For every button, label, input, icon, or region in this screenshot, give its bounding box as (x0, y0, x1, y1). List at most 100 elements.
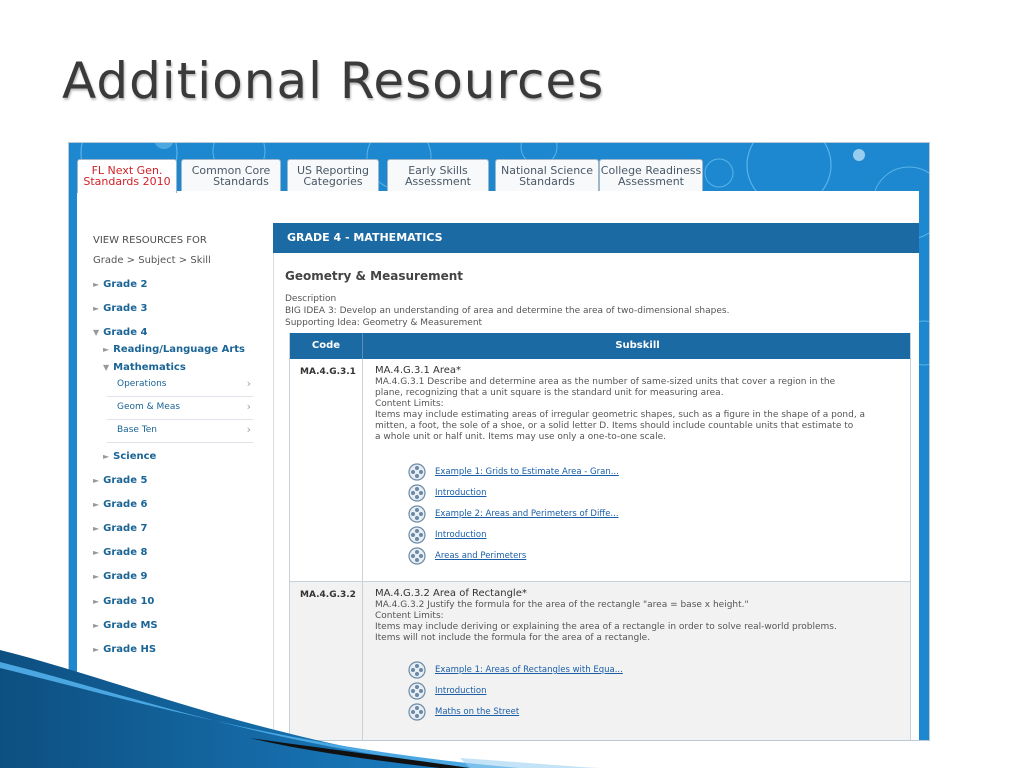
film-reel-icon (408, 547, 426, 565)
sidebar-item-grade-10[interactable]: ► Grade 10 (93, 596, 154, 607)
tab-college-readiness[interactable]: College Readiness Assessment (599, 159, 703, 191)
sidebar-item-mathematics[interactable]: ▼ Mathematics (103, 362, 186, 373)
sidebar-item-label: Grade 8 (103, 547, 148, 558)
sidebar-skill-base-ten[interactable]: Base Ten › (107, 421, 253, 443)
slide-title: Additional Resources (62, 52, 605, 110)
sidebar-item-grade-9[interactable]: ► Grade 9 (93, 571, 147, 582)
sidebar-item-label: Grade 7 (103, 523, 148, 534)
tab-national-science[interactable]: National Science Standards (495, 159, 599, 191)
subskill-title: MA.4.G.3.2 Area of Rectangle* (375, 588, 527, 599)
section-title: Geometry & Measurement (285, 269, 464, 283)
sidebar-breadcrumb: Grade > Subject > Skill (93, 255, 211, 266)
tab-label-line2: Standards (519, 175, 575, 188)
sidebar-item-label: Grade 4 (103, 327, 148, 338)
sidebar-item-grade-7[interactable]: ► Grade 7 (93, 523, 147, 534)
triangle-right-icon: ► (93, 597, 100, 606)
tab-us-reporting[interactable]: US Reporting Categories (287, 159, 379, 191)
sidebar-item-label: Grade 3 (103, 303, 148, 314)
subskill-text-line: mitten, a foot, the sole of a shoe, or a… (375, 421, 854, 431)
row-body: MA.4.G.3.2 Area of Rectangle* MA.4.G.3.2… (375, 588, 900, 644)
tab-label-line2: Assessment (405, 175, 471, 188)
sidebar-item-grade-6[interactable]: ► Grade 6 (93, 499, 147, 510)
resource-link-label: Example 2: Areas and Perimeters of Diffe… (435, 509, 619, 519)
description-block: Description BIG IDEA 3: Develop an under… (285, 293, 905, 329)
resource-link-label: Example 1: Grids to Estimate Area - Gran… (435, 467, 619, 477)
sidebar-item-label: Mathematics (113, 362, 186, 373)
skill-label: Operations (117, 379, 167, 389)
sidebar-item-label: Grade 6 (103, 499, 148, 510)
tab-label-line2: Categories (303, 175, 363, 188)
subskill-text-line: Items may include deriving or explaining… (375, 622, 837, 632)
resource-link[interactable]: Example 1: Grids to Estimate Area - Gran… (408, 463, 808, 481)
sidebar-item-label: Grade 10 (103, 596, 155, 607)
sidebar-item-science[interactable]: ► Science (103, 451, 156, 462)
sidebar-item-label: Grade 5 (103, 475, 148, 486)
film-reel-icon (408, 463, 426, 481)
triangle-right-icon: ► (103, 345, 110, 354)
tab-label-line2: Standards (213, 175, 269, 188)
chevron-right-icon: › (246, 400, 251, 413)
subskill-text-line: MA.4.G.3.2 Justify the formula for the a… (375, 600, 749, 610)
sidebar-item-grade-2[interactable]: ► Grade 2 (93, 279, 147, 290)
grade-subject-header: GRADE 4 - MATHEMATICS (273, 223, 919, 253)
triangle-right-icon: ► (93, 280, 100, 289)
chevron-right-icon: › (246, 423, 251, 436)
tab-early-skills[interactable]: Early Skills Assessment (387, 159, 489, 191)
film-reel-icon (408, 484, 426, 502)
triangle-right-icon: ► (93, 621, 100, 630)
sidebar-item-grade-5[interactable]: ► Grade 5 (93, 475, 147, 486)
tab-label-line2: Standards 2010 (83, 175, 171, 188)
subskill-text-line: Content Limits: (375, 399, 444, 409)
sidebar-item-grade-4[interactable]: ▼ Grade 4 (93, 327, 147, 338)
sidebar-item-label: Science (113, 451, 157, 462)
table-row: MA.4.G.3.1 MA.4.G.3.1 Area* MA.4.G.3.1 D… (290, 359, 910, 582)
sidebar-skill-geom-meas[interactable]: Geom & Meas › (107, 398, 253, 420)
sidebar-item-grade-8[interactable]: ► Grade 8 (93, 547, 147, 558)
tab-common-core[interactable]: Common Core Standards (181, 159, 281, 191)
skill-label: Base Ten (117, 425, 157, 435)
resource-link-label: Introduction (435, 530, 487, 540)
sidebar-item-reading-language-arts[interactable]: ► Reading/Language Arts (103, 344, 245, 355)
sidebar-item-grade-3[interactable]: ► Grade 3 (93, 303, 147, 314)
triangle-right-icon: ► (93, 476, 100, 485)
triangle-right-icon: ► (93, 548, 100, 557)
subskill-text-line: plane, recognizing that a unit square is… (375, 388, 724, 398)
sidebar-item-label: Reading/Language Arts (113, 344, 245, 355)
sidebar-heading: VIEW RESOURCES FOR (93, 235, 207, 246)
description-line: BIG IDEA 3: Develop an understanding of … (285, 306, 730, 316)
film-reel-icon (408, 526, 426, 544)
sidebar-skill-operations[interactable]: Operations › (107, 375, 253, 397)
chevron-right-icon: › (246, 377, 251, 390)
triangle-right-icon: ► (93, 500, 100, 509)
triangle-down-icon: ▼ (93, 328, 100, 337)
table-header: Code Subskill (290, 333, 910, 359)
description-label: Description (285, 294, 337, 304)
resource-link[interactable]: Example 2: Areas and Perimeters of Diffe… (408, 505, 808, 523)
sidebar-item-grade-ms[interactable]: ► Grade MS (93, 620, 158, 631)
resource-link[interactable]: Introduction (408, 484, 808, 502)
subskill-text-line: Content Limits: (375, 611, 444, 621)
sidebar-item-label: Grade 2 (103, 279, 148, 290)
tab-fl-next-gen[interactable]: FL Next Gen. Standards 2010 (77, 159, 177, 193)
triangle-right-icon: ► (93, 572, 100, 581)
resource-link[interactable]: Introduction (408, 526, 808, 544)
subskill-title: MA.4.G.3.1 Area* (375, 365, 462, 376)
resource-link[interactable]: Areas and Perimeters (408, 547, 808, 565)
triangle-right-icon: ► (93, 304, 100, 313)
resource-link-label: Introduction (435, 488, 487, 498)
column-header-code: Code (290, 333, 363, 359)
triangle-right-icon: ► (103, 452, 110, 461)
triangle-down-icon: ▼ (103, 363, 110, 372)
resource-link-label: Areas and Perimeters (435, 551, 527, 561)
sidebar-item-label: Grade 9 (103, 571, 148, 582)
description-line: Supporting Idea: Geometry & Measurement (285, 318, 483, 328)
row-code: MA.4.G.3.1 (290, 359, 363, 581)
row-body: MA.4.G.3.1 Area* MA.4.G.3.1 Describe and… (375, 365, 900, 443)
triangle-right-icon: ► (93, 524, 100, 533)
film-reel-icon (408, 505, 426, 523)
subskill-text-line: a whole unit or half unit. Items may use… (375, 432, 666, 442)
subskill-text-line: MA.4.G.3.1 Describe and determine area a… (375, 377, 836, 387)
subskill-text-line: Items may include estimating areas of ir… (375, 410, 866, 420)
column-header-subskill: Subskill (615, 340, 660, 351)
sidebar-item-label: Grade MS (103, 620, 158, 631)
